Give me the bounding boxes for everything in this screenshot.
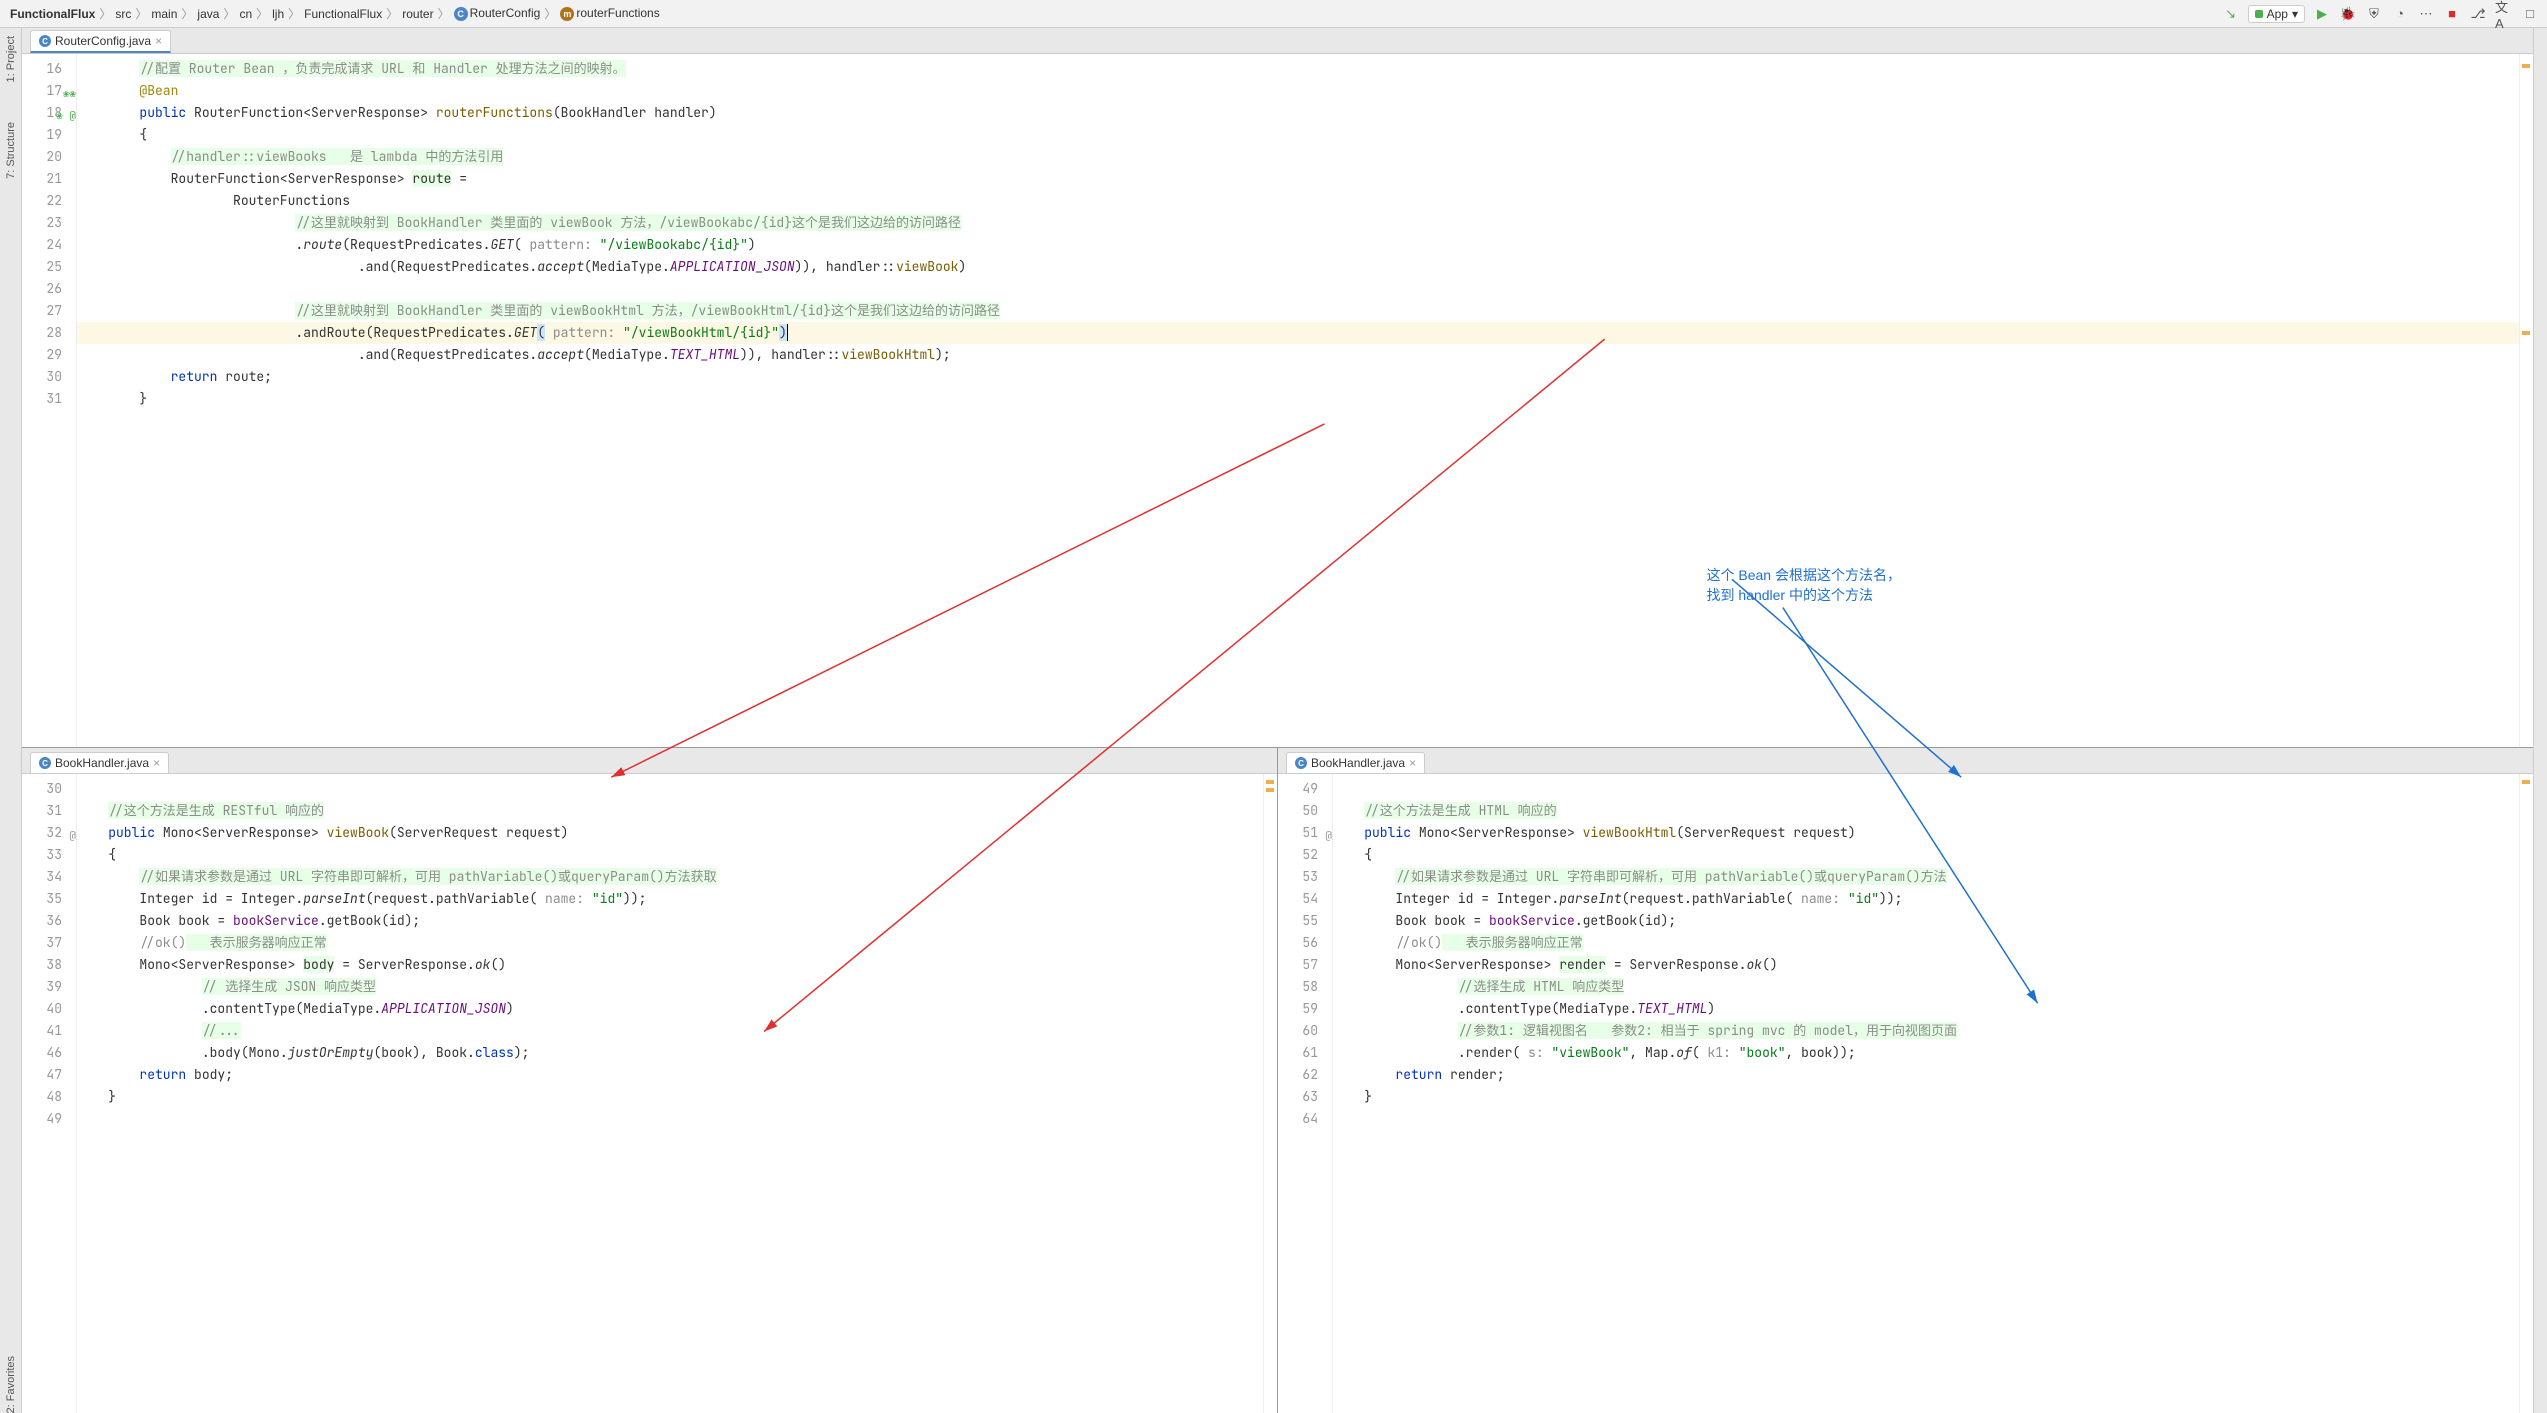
chevron-right-icon: 〉	[135, 5, 147, 22]
attach-icon[interactable]: ⋯	[2417, 5, 2435, 23]
left-toolwindow-rail: 1: Project 7: Structure 2: Favorites	[0, 28, 22, 1413]
stop-icon[interactable]: ■	[2443, 5, 2461, 23]
editor-area: C RouterConfig.java × 16 17❀❀ 18❀ @ 19 2…	[22, 28, 2533, 1413]
run-config-dropdown[interactable]: App ▾	[2248, 5, 2305, 23]
tab-label: RouterConfig.java	[55, 34, 151, 48]
crumb-java[interactable]: java	[195, 7, 221, 21]
code-area-bl[interactable]: //这个方法是生成 RESTful 响应的 public Mono<Server…	[77, 774, 1263, 1413]
crumb-ljh[interactable]: ljh	[270, 7, 286, 21]
crumb-method[interactable]: mrouterFunctions	[558, 6, 661, 21]
java-class-icon: C	[39, 757, 51, 769]
spring-boot-icon	[2255, 10, 2263, 18]
error-stripe[interactable]	[2519, 54, 2533, 747]
breadcrumb: FunctionalFlux 〉 src 〉 main 〉 java 〉 cn …	[8, 5, 2222, 22]
code-area-top[interactable]: //配置 Router Bean ，负责完成请求 URL 和 Handler 处…	[77, 54, 2519, 747]
translate-icon[interactable]: 文A	[2495, 5, 2513, 23]
br-code-editor[interactable]: 49 50 51@ 52 53 54 55 56 57 58 59	[1278, 774, 2533, 1413]
chevron-right-icon: 〉	[544, 5, 556, 22]
gutter: 49 50 51@ 52 53 54 55 56 57 58 59	[1278, 774, 1333, 1413]
rail-project[interactable]: 1: Project	[5, 36, 17, 82]
tab-routerconfig[interactable]: C RouterConfig.java ×	[30, 30, 171, 53]
top-tabs: C RouterConfig.java ×	[22, 28, 2533, 54]
java-class-icon: C	[1295, 757, 1307, 769]
right-toolwindow-rail	[2533, 28, 2547, 1413]
rail-structure[interactable]: 7: Structure	[5, 122, 17, 179]
chevron-right-icon: 〉	[99, 5, 111, 22]
code-area-br[interactable]: //这个方法是生成 HTML 响应的 public Mono<ServerRes…	[1333, 774, 2519, 1413]
close-icon[interactable]: ×	[155, 34, 162, 48]
class-icon: C	[454, 7, 468, 21]
method-icon: m	[560, 7, 574, 21]
crumb-class[interactable]: CRouterConfig	[452, 6, 543, 21]
annotation-text: 这个 Bean 会根据这个方法名， 找到 handler 中的这个方法	[1706, 565, 1900, 605]
chevron-down-icon: ▾	[2292, 7, 2298, 21]
crumb-router[interactable]: router	[400, 7, 435, 21]
debug-icon[interactable]: 🐞	[2339, 5, 2357, 23]
git-icon[interactable]: ⎇	[2469, 5, 2487, 23]
search-icon[interactable]: □	[2521, 5, 2539, 23]
close-icon[interactable]: ×	[153, 756, 160, 770]
run-config-label: App	[2267, 7, 2288, 21]
gutter: 30 31 32@ 33 34 35 36 37 38 39 40	[22, 774, 77, 1413]
tab-bookhandler-left[interactable]: C BookHandler.java ×	[30, 752, 169, 773]
bl-code-editor[interactable]: 30 31 32@ 33 34 35 36 37 38 39 40	[22, 774, 1277, 1413]
toolbar: ↘ App ▾ ▶ 🐞 ⛨ ◔ ⋯ ■ ⎇ 文A □	[2222, 5, 2539, 23]
top-code-editor[interactable]: 16 17❀❀ 18❀ @ 19 20 21 22 23 24 25 26 27	[22, 54, 2533, 747]
top-navbar: FunctionalFlux 〉 src 〉 main 〉 java 〉 cn …	[0, 0, 2547, 28]
profile-icon[interactable]: ◔	[2391, 5, 2409, 23]
crumb-main[interactable]: main	[149, 7, 179, 21]
chevron-right-icon: 〉	[386, 5, 398, 22]
crumb-src[interactable]: src	[113, 7, 133, 21]
top-editor-pane: C RouterConfig.java × 16 17❀❀ 18❀ @ 19 2…	[22, 28, 2533, 748]
bl-tabs: C BookHandler.java ×	[22, 748, 1277, 774]
chevron-right-icon: 〉	[181, 5, 193, 22]
close-icon[interactable]: ×	[1409, 756, 1416, 770]
chevron-right-icon: 〉	[223, 5, 235, 22]
crumb-pkg[interactable]: FunctionalFlux	[302, 7, 384, 21]
tab-label: BookHandler.java	[55, 756, 149, 770]
crumb-cn[interactable]: cn	[237, 7, 254, 21]
error-stripe[interactable]	[1263, 774, 1277, 1413]
rail-favorites[interactable]: 2: Favorites	[5, 1356, 17, 1413]
chevron-right-icon: 〉	[256, 5, 268, 22]
br-tabs: C BookHandler.java ×	[1278, 748, 2533, 774]
gutter: 16 17❀❀ 18❀ @ 19 20 21 22 23 24 25 26 27	[22, 54, 77, 747]
bottom-left-pane: C BookHandler.java × 30 31 32@ 33	[22, 748, 1278, 1413]
run-icon[interactable]: ▶	[2313, 5, 2331, 23]
chevron-right-icon: 〉	[288, 5, 300, 22]
java-class-icon: C	[39, 35, 51, 47]
build-icon[interactable]: ↘	[2222, 5, 2240, 23]
chevron-right-icon: 〉	[438, 5, 450, 22]
tab-label: BookHandler.java	[1311, 756, 1405, 770]
bottom-right-pane: C BookHandler.java × 49 50 51@ 52	[1278, 748, 2533, 1413]
main-body: 1: Project 7: Structure 2: Favorites C R…	[0, 28, 2547, 1413]
ide-root: FunctionalFlux 〉 src 〉 main 〉 java 〉 cn …	[0, 0, 2547, 1413]
error-stripe[interactable]	[2519, 774, 2533, 1413]
crumb-root[interactable]: FunctionalFlux	[8, 7, 97, 21]
tab-bookhandler-right[interactable]: C BookHandler.java ×	[1286, 752, 1425, 773]
coverage-icon[interactable]: ⛨	[2365, 5, 2383, 23]
